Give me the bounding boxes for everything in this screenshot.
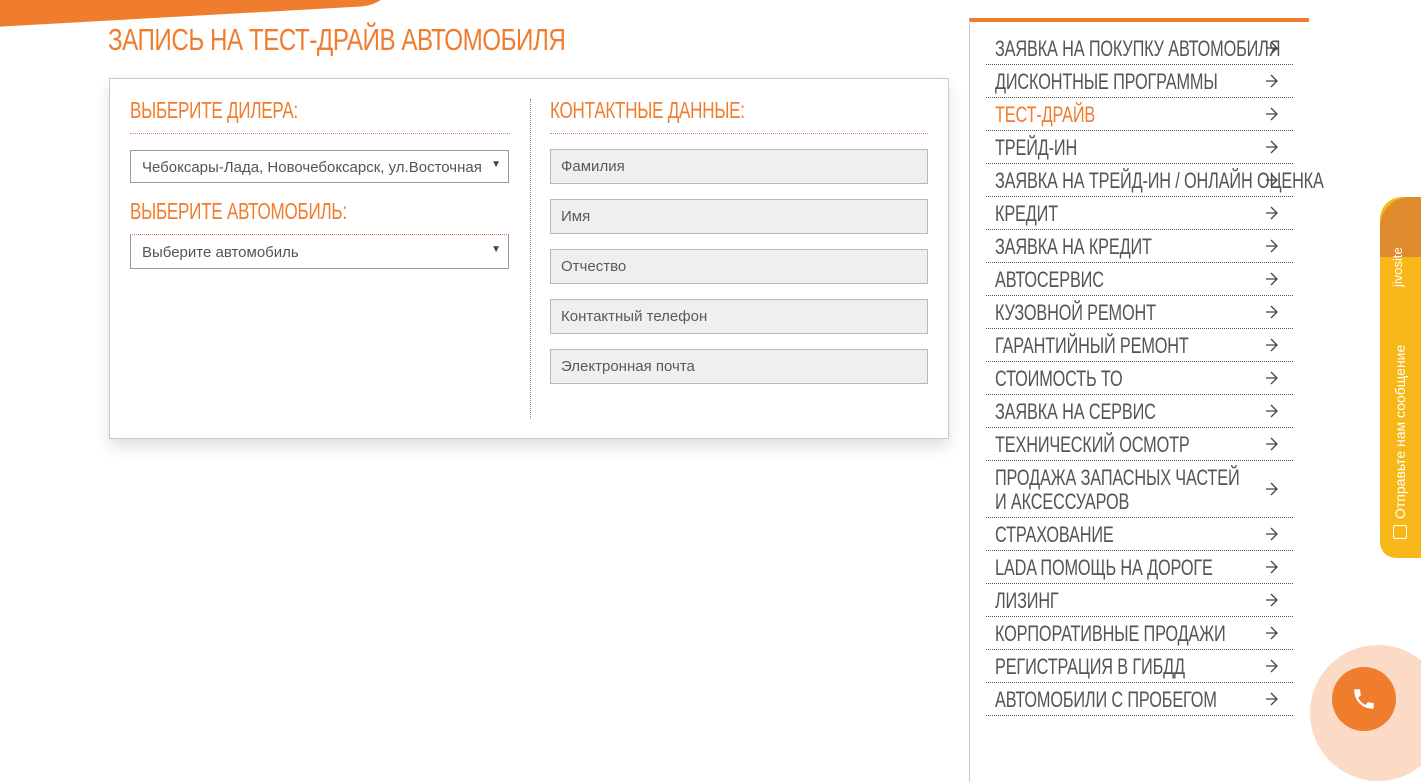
- sidebar-item-label: СТРАХОВАНИЕ: [995, 522, 1114, 547]
- sidebar-item[interactable]: ЗАЯВКА НА ПОКУПКУ АВТОМОБИЛЯ: [986, 32, 1293, 65]
- sidebar-item[interactable]: СТОИМОСТЬ ТО: [986, 362, 1293, 395]
- arrow-right-icon: [1266, 527, 1278, 541]
- sidebar-item[interactable]: ЗАЯВКА НА ТРЕЙД-ИН / ОНЛАЙН ОЦЕНКА: [986, 164, 1324, 197]
- chat-widget-label: Отправьте нам сообщение: [1392, 344, 1408, 519]
- caret-down-icon: ▼: [491, 244, 501, 255]
- sidebar-item[interactable]: LADA ПОМОЩЬ НА ДОРОГЕ: [986, 551, 1293, 584]
- callback-button[interactable]: [1332, 667, 1396, 731]
- sidebar-item[interactable]: ТЕХНИЧЕСКИЙ ОСМОТР: [986, 428, 1293, 461]
- car-select[interactable]: Выберите автомобиль ▼: [130, 234, 509, 269]
- column-divider: [530, 99, 531, 419]
- sidebar-item-label: АВТОМОБИЛИ С ПРОБЕГОМ: [995, 687, 1217, 712]
- sidebar-item[interactable]: СТРАХОВАНИЕ: [986, 518, 1293, 551]
- sidebar-menu: ЗАЯВКА НА ПОКУПКУ АВТОМОБИЛЯ ДИСКОНТНЫЕ П…: [986, 32, 1324, 716]
- contact-section-title: КОНТАКТНЫЕ ДАННЫЕ:: [550, 97, 745, 123]
- sidebar-item-label: КУЗОВНОЙ РЕМОНТ: [995, 300, 1156, 325]
- sidebar-item-label: КРЕДИТ: [995, 201, 1058, 226]
- contact-section-divider: [550, 133, 928, 134]
- test-drive-form: ВЫБЕРИТЕ ДИЛЕРА: Чебоксары-Лада, Новочеб…: [109, 78, 949, 439]
- page-title: ЗАПИСЬ НА ТЕСТ-ДРАЙВ АВТОМОБИЛЯ: [108, 22, 566, 57]
- sidebar: ЗАЯВКА НА ПОКУПКУ АВТОМОБИЛЯ ДИСКОНТНЫЕ П…: [969, 18, 1324, 782]
- email-input[interactable]: [550, 349, 928, 384]
- arrow-right-icon: [1266, 173, 1278, 187]
- sidebar-item[interactable]: ТЕСТ-ДРАЙВ: [986, 98, 1293, 131]
- sidebar-item-label: ТРЕЙД-ИН: [995, 135, 1078, 160]
- dealer-section-title: ВЫБЕРИТЕ ДИЛЕРА:: [130, 97, 299, 123]
- arrow-right-icon: [1266, 626, 1278, 640]
- car-select-value: Выберите автомобиль: [142, 244, 299, 261]
- sidebar-item-label: КОРПОРАТИВНЫЕ ПРОДАЖИ: [995, 621, 1226, 646]
- phone-input[interactable]: [550, 299, 928, 334]
- arrow-right-icon: [1266, 239, 1278, 253]
- sidebar-item-label: ЗАЯВКА НА ПОКУПКУ АВТОМОБИЛЯ: [995, 36, 1281, 61]
- sidebar-item[interactable]: КОРПОРАТИВНЫЕ ПРОДАЖИ: [986, 617, 1293, 650]
- chat-widget-tab[interactable]: jivosite Отправьте нам сообщение: [1380, 197, 1421, 558]
- sidebar-item-label: РЕГИСТРАЦИЯ В ГИБДД: [995, 654, 1185, 679]
- arrow-right-icon: [1266, 338, 1278, 352]
- sidebar-item[interactable]: КРЕДИТ: [986, 197, 1293, 230]
- arrow-right-icon: [1266, 74, 1278, 88]
- sidebar-item-label: СТОИМОСТЬ ТО: [995, 366, 1123, 391]
- sidebar-item-label: ТЕСТ-ДРАЙВ: [995, 102, 1096, 127]
- sidebar-item[interactable]: РЕГИСТРАЦИЯ В ГИБДД: [986, 650, 1293, 683]
- sidebar-item-label: ЛИЗИНГ: [995, 588, 1059, 613]
- arrow-right-icon: [1266, 140, 1278, 154]
- sidebar-item[interactable]: ПРОДАЖА ЗАПАСНЫХ ЧАСТЕЙ И АКСЕССУАРОВ: [986, 461, 1293, 518]
- arrow-right-icon: [1266, 692, 1278, 706]
- sidebar-item[interactable]: АВТОСЕРВИС: [986, 263, 1293, 296]
- arrow-right-icon: [1266, 560, 1278, 574]
- arrow-right-icon: [1266, 107, 1278, 121]
- message-icon: [1393, 525, 1407, 539]
- sidebar-item-label: ДИСКОНТНЫЕ ПРОГРАММЫ: [995, 69, 1218, 94]
- sidebar-item-label: ТЕХНИЧЕСКИЙ ОСМОТР: [995, 432, 1190, 457]
- patronymic-input[interactable]: [550, 249, 928, 284]
- sidebar-item[interactable]: ТРЕЙД-ИН: [986, 131, 1293, 164]
- sidebar-item-label: АВТОСЕРВИС: [995, 267, 1104, 292]
- dealer-select[interactable]: Чебоксары-Лада, Новочебоксарск, ул.Восто…: [130, 150, 509, 183]
- sidebar-item[interactable]: ЗАЯВКА НА КРЕДИТ: [986, 230, 1293, 263]
- arrow-right-icon: [1266, 206, 1278, 220]
- phone-icon: [1354, 689, 1374, 709]
- sidebar-item-label: ГАРАНТИЙНЫЙ РЕМОНТ: [995, 333, 1189, 358]
- sidebar-item-label: ПРОДАЖА ЗАПАСНЫХ ЧАСТЕЙ И АКСЕССУАРОВ: [995, 465, 1240, 514]
- sidebar-item[interactable]: АВТОМОБИЛИ С ПРОБЕГОМ: [986, 683, 1293, 716]
- sidebar-item[interactable]: ДИСКОНТНЫЕ ПРОГРАММЫ: [986, 65, 1293, 98]
- car-section-title: ВЫБЕРИТЕ АВТОМОБИЛЬ:: [130, 198, 347, 224]
- arrow-right-icon: [1266, 437, 1278, 451]
- last-name-input[interactable]: [550, 149, 928, 184]
- arrow-right-icon: [1266, 593, 1278, 607]
- arrow-right-icon: [1266, 272, 1278, 286]
- sidebar-item[interactable]: ГАРАНТИЙНЫЙ РЕМОНТ: [986, 329, 1293, 362]
- sidebar-item-label: ЗАЯВКА НА КРЕДИТ: [995, 234, 1152, 259]
- first-name-input[interactable]: [550, 199, 928, 234]
- caret-down-icon: ▼: [491, 159, 501, 170]
- sidebar-item-label: LADA ПОМОЩЬ НА ДОРОГЕ: [995, 555, 1213, 580]
- arrow-right-icon: [1266, 371, 1278, 385]
- arrow-right-icon: [1266, 305, 1278, 319]
- dealer-section-divider: [130, 133, 510, 134]
- arrow-right-icon: [1266, 659, 1278, 673]
- arrow-right-icon: [1266, 41, 1278, 55]
- arrow-right-icon: [1266, 482, 1278, 496]
- sidebar-item[interactable]: КУЗОВНОЙ РЕМОНТ: [986, 296, 1293, 329]
- chat-widget-brand: jivosite: [1390, 247, 1405, 287]
- sidebar-item[interactable]: ЛИЗИНГ: [986, 584, 1293, 617]
- arrow-right-icon: [1266, 404, 1278, 418]
- sidebar-item-label: ЗАЯВКА НА СЕРВИС: [995, 399, 1156, 424]
- dealer-select-value: Чебоксары-Лада, Новочебоксарск, ул.Восто…: [142, 159, 482, 176]
- sidebar-item[interactable]: ЗАЯВКА НА СЕРВИС: [986, 395, 1293, 428]
